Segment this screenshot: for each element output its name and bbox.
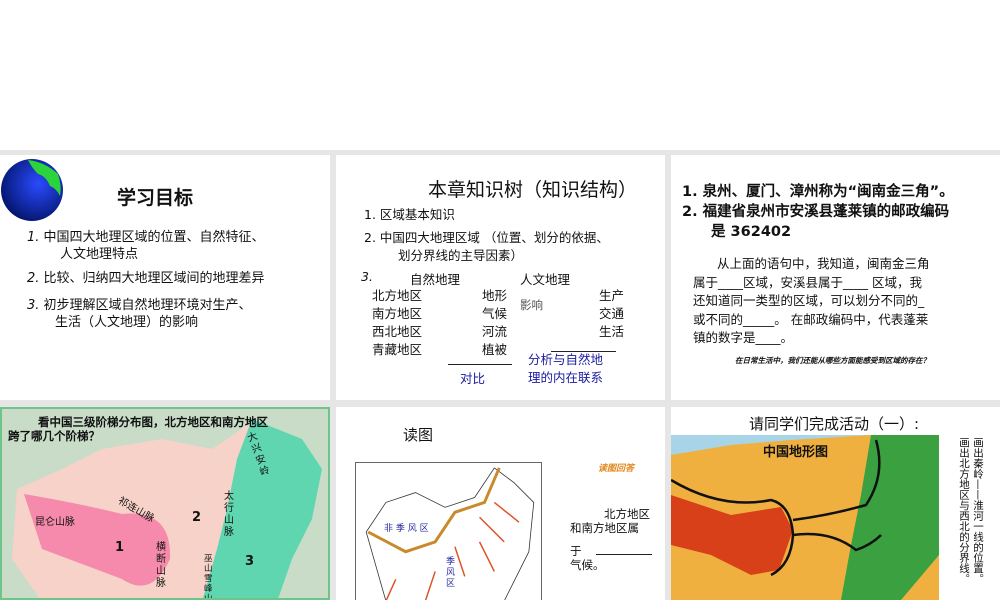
tree-item-2b: 划分界线的主导因素） (398, 248, 524, 263)
compare-label: 对比 (460, 371, 486, 386)
slide-thumbnail-2[interactable]: 本章知识树（知识结构） 1. 区域基本知识 2. 中国四大地理区域 （位置、划分… (336, 155, 665, 400)
regions-list: 北方地区 南方地区 西北地区 青藏地区 (372, 288, 423, 357)
objective-1: 1. 中国四大地理区域的位置、自然特征、 人文地理特点 (27, 230, 265, 262)
label-taihang: 太行山脉 (224, 491, 234, 538)
human-factors: 生产 交通 生活 (599, 288, 625, 339)
read-map-badge: 读图回答 (598, 464, 635, 474)
answer-blank[interactable] (595, 554, 652, 555)
question-text: 北方地区 和南方地区属 于 气候。 (570, 507, 652, 572)
objective-3: 3. 初步理解区域自然地理环境对生产、 生活（人文地理）的影响 (27, 298, 252, 330)
instruction-2: 画出北方地区与西北的分界线。 (958, 437, 970, 584)
objective-2: 2. 比较、归纳四大地理区域间的地理差异 (27, 271, 265, 286)
analysis-label: 分析与自然地 理的内在联系 (528, 352, 604, 385)
label-monsoon: 季 风 区 (446, 557, 456, 589)
statement-2: 2. 福建省泉州市安溪县蓬莱镇的邮政编码 (682, 204, 950, 220)
slide-thumbnail-1[interactable]: 学习目标 1. 中国四大地理区域的位置、自然特征、 人文地理特点 2. 比较、归… (0, 155, 330, 400)
label-step-3: 3 (245, 554, 255, 569)
slide-title: 请同学们完成活动（一）: (749, 415, 920, 433)
natural-factors: 地形 气候 河流 植被 (482, 288, 508, 357)
slide-thumbnail-5[interactable]: 读图 非 季 风 区 季 风 区 读图回答 北方地区 和南方地区属 于 气候。 (336, 407, 665, 600)
statement-1: 1. 泉州、厦门、漳州称为“闽南金三角”。 (682, 184, 954, 200)
natural-header: 自然地理 (410, 272, 461, 287)
map-title: 中国地形图 (763, 445, 829, 460)
label-wushan: 巫山 雪峰山 (204, 554, 213, 600)
tree-item-3-num: 3. (361, 269, 373, 284)
instruction-1: 画出秦岭——淮河一线的位置。 (972, 437, 984, 584)
label-non-monsoon: 非 季 风 区 (384, 524, 429, 534)
question-text: 看中国三级阶梯分布图，北方地区和南方地区 跨了哪几个阶梯？ (8, 415, 268, 443)
slide-title: 学习目标 (117, 187, 194, 209)
label-kunlun: 昆仑山脉 (35, 517, 75, 528)
influence-label: 影响 (520, 298, 543, 312)
slide-thumbnail-4[interactable]: 看中国三级阶梯分布图，北方地区和南方地区 跨了哪几个阶梯？ 昆仑山脉 祁连山脉 … (0, 407, 330, 600)
globe-icon (1, 159, 63, 221)
label-hengduan: 横断山脉 (156, 542, 166, 589)
human-header: 人文地理 (520, 272, 571, 287)
slide-thumbnail-6[interactable]: 请同学们完成活动（一）: 中国地形图 画出秦岭——淮河一线的位置。 画出北方地区… (671, 407, 1000, 600)
tree-item-1: 1. 区域基本知识 (364, 207, 455, 222)
label-step-1: 1 (115, 540, 125, 555)
slide-title: 本章知识树（知识结构） (428, 179, 638, 201)
footnote: 在日常生活中，我们还能从哪些方面能感受到区域的存在？ (735, 356, 930, 365)
statement-2b: 是 362402 (711, 224, 792, 240)
tree-item-2: 2. 中国四大地理区域 （位置、划分的依据、 (364, 230, 609, 245)
slide-title: 读图 (403, 426, 434, 444)
fill-in-paragraph: 从上面的语句中，我知道，闽南金三角 属于____区域，安溪县属于____ 区域，… (693, 256, 930, 345)
label-step-2: 2 (192, 510, 202, 525)
slide-thumbnail-3[interactable]: 1. 泉州、厦门、漳州称为“闽南金三角”。 2. 福建省泉州市安溪县蓬莱镇的邮政… (671, 155, 1000, 400)
divider (448, 364, 512, 365)
